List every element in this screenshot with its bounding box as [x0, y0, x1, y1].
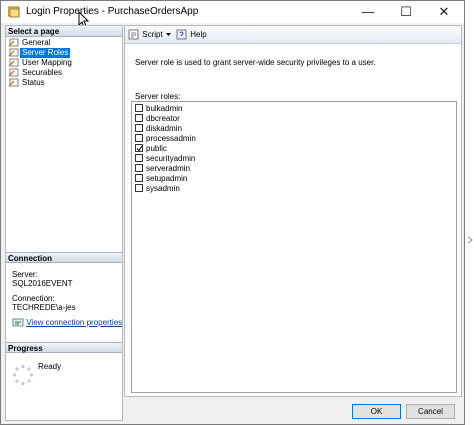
role-checkbox[interactable]: [135, 104, 143, 112]
background-window-edge: [465, 0, 474, 425]
role-name: serveradmin: [146, 164, 191, 173]
role-name: sysadmin: [146, 184, 180, 193]
role-row-serveradmin[interactable]: serveradmin: [135, 164, 190, 173]
role-checkbox[interactable]: [135, 164, 143, 172]
select-page-header: Select a page: [6, 26, 122, 37]
role-row-dbcreator[interactable]: dbcreator: [135, 114, 180, 123]
server-roles-list[interactable]: bulkadmin dbcreator diskadmin processadm…: [131, 101, 457, 393]
wrench-page-icon: [8, 58, 19, 67]
nav-item-user-mapping[interactable]: User Mapping: [8, 58, 74, 68]
server-roles-label: Server roles:: [135, 92, 181, 101]
title-bar[interactable]: Login Properties - PurchaseOrdersApp — ☐…: [1, 1, 464, 23]
role-row-processadmin[interactable]: processadmin: [135, 134, 196, 143]
connection-header: Connection: [6, 252, 122, 263]
progress-status: Ready: [38, 362, 62, 371]
role-name: securityadmin: [146, 154, 196, 163]
role-row-bulkadmin[interactable]: bulkadmin: [135, 104, 182, 113]
ok-button[interactable]: OK: [352, 404, 401, 419]
role-checkbox-checked[interactable]: [135, 144, 143, 152]
database-app-icon: [8, 6, 20, 18]
connection-label: Connection:: [12, 294, 55, 303]
progress-spinner-icon: [12, 364, 34, 386]
script-icon: [128, 29, 139, 40]
window-title: Login Properties - PurchaseOrdersApp: [26, 6, 199, 17]
nav-item-label: Server Roles: [20, 48, 71, 58]
page-description: Server role is used to grant server-wide…: [135, 58, 376, 67]
server-label: Server:: [12, 270, 38, 279]
progress-header: Progress: [6, 342, 122, 353]
minimize-button[interactable]: —: [350, 1, 386, 23]
nav-item-status[interactable]: Status: [8, 78, 47, 88]
nav-item-label: User Mapping: [22, 58, 72, 67]
connection-properties-icon: [12, 318, 24, 327]
nav-item-label: General: [22, 38, 51, 47]
nav-item-securables[interactable]: Securables: [8, 68, 64, 78]
wrench-page-icon: [8, 38, 19, 47]
role-row-securityadmin[interactable]: securityadmin: [135, 154, 195, 163]
help-button[interactable]: Help: [176, 29, 207, 41]
role-row-setupadmin[interactable]: setupadmin: [135, 174, 187, 183]
role-checkbox[interactable]: [135, 154, 143, 162]
nav-item-label: Securables: [22, 68, 63, 77]
role-name: setupadmin: [146, 174, 188, 183]
role-checkbox[interactable]: [135, 174, 143, 182]
left-pane: Select a page General Server Roles User …: [5, 25, 123, 421]
chevron-right-icon: [467, 236, 473, 244]
role-checkbox[interactable]: [135, 134, 143, 142]
role-row-diskadmin[interactable]: diskadmin: [135, 124, 182, 133]
role-name: diskadmin: [146, 124, 183, 133]
wrench-page-icon: [8, 68, 19, 77]
role-name: processadmin: [146, 134, 196, 143]
role-checkbox[interactable]: [135, 114, 143, 122]
script-button[interactable]: Script: [128, 29, 172, 41]
role-checkbox[interactable]: [135, 184, 143, 192]
maximize-button[interactable]: ☐: [388, 1, 424, 23]
script-label: Script: [142, 30, 163, 39]
login-properties-window: Login Properties - PurchaseOrdersApp — ☐…: [0, 0, 465, 425]
role-name: public: [146, 144, 167, 153]
role-row-sysadmin[interactable]: sysadmin: [135, 184, 180, 193]
page-toolbar: Script Help: [125, 26, 461, 44]
server-value: SQL2016EVENT: [12, 279, 73, 288]
role-name: bulkadmin: [146, 104, 183, 113]
server-roles-page: Script Help Server role is used to grant…: [124, 25, 462, 397]
wrench-page-icon: [8, 78, 19, 87]
cancel-button[interactable]: Cancel: [406, 404, 455, 419]
nav-item-label: Status: [22, 78, 45, 87]
nav-item-server-roles[interactable]: Server Roles: [8, 48, 71, 58]
role-row-public[interactable]: public: [135, 144, 167, 153]
checkmark-icon: [136, 145, 143, 152]
help-icon: [176, 29, 187, 40]
role-checkbox[interactable]: [135, 124, 143, 132]
role-name: dbcreator: [146, 114, 180, 123]
view-connection-properties-link[interactable]: View connection properties: [12, 318, 122, 328]
help-label: Help: [190, 30, 207, 39]
view-connection-properties-text[interactable]: View connection properties: [26, 318, 122, 327]
connection-value: TECHREDE\a-jes: [12, 303, 76, 312]
nav-item-general[interactable]: General: [8, 38, 52, 48]
chevron-down-icon[interactable]: [165, 29, 172, 40]
close-button[interactable]: ✕: [426, 1, 462, 23]
wrench-page-icon: [8, 48, 19, 57]
